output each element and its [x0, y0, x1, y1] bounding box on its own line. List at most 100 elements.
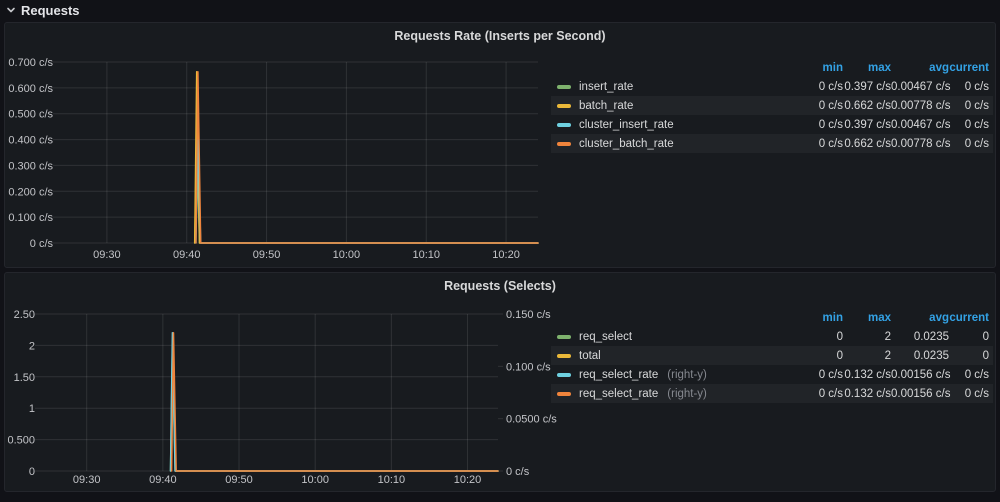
panel-requests-rate: 0.700 c/s0.600 c/s0.500 c/s0.400 c/s0.30…: [4, 22, 996, 268]
legend-label-cell: cluster_batch_rate: [557, 138, 787, 150]
chevron-down-icon: [6, 5, 16, 15]
legend-label-cell: cluster_insert_rate: [557, 119, 787, 131]
x-axis-tick-label: 09:50: [225, 474, 253, 486]
series-color-icon[interactable]: [557, 104, 571, 108]
legend-value-max: 0.397 c/s: [843, 119, 891, 131]
legend-table-requests-rate: minmaxavgcurrentinsert_rate0 c/s0.397 c/…: [551, 59, 993, 153]
legend-label-cell: req_select_rate(right-y): [557, 388, 787, 400]
y2-axis-tick-label: 0 c/s: [506, 466, 530, 478]
legend-value-avg: 0.0235: [891, 331, 949, 343]
legend-value-max: 0.397 c/s: [843, 81, 891, 93]
legend-value-max: 0.662 c/s: [843, 138, 891, 150]
y-axis-tick-label: 0.300 c/s: [8, 160, 53, 172]
legend-label-cell: batch_rate: [557, 100, 787, 112]
legend-series-label[interactable]: cluster_batch_rate: [579, 138, 674, 150]
legend-value-current: 0 c/s: [949, 81, 989, 93]
legend-label-cell: req_select: [557, 331, 787, 343]
legend-series-label[interactable]: total: [579, 350, 601, 362]
legend-sort-header-avg[interactable]: avg: [891, 312, 949, 324]
legend-series-label[interactable]: cluster_insert_rate: [579, 119, 674, 131]
legend-series-label[interactable]: insert_rate: [579, 81, 633, 93]
x-axis-tick-label: 09:30: [73, 474, 101, 486]
legend-row-total: total020.02350: [551, 346, 993, 365]
legend-sort-header-min[interactable]: min: [787, 312, 843, 324]
legend-row-req_select: req_select020.02350: [551, 327, 993, 346]
y-axis-tick-label: 2: [29, 340, 35, 352]
legend-value-avg: 0.00467 c/s: [891, 81, 949, 93]
x-axis-tick-label: 09:40: [173, 249, 201, 261]
y-axis-tick-label: 1.50: [14, 372, 35, 384]
legend-series-label[interactable]: req_select: [579, 331, 632, 343]
legend-row-req_select_rate: req_select_rate(right-y)0 c/s0.132 c/s0.…: [551, 365, 993, 384]
x-axis-tick-label: 09:50: [253, 249, 281, 261]
legend-label-cell: req_select_rate (right-y): [557, 369, 787, 381]
legend-value-avg: 0.00156 c/s: [891, 388, 949, 400]
x-axis-tick-label: 10:10: [412, 249, 440, 261]
legend-value-max: 0.132 c/s: [843, 388, 891, 400]
series-line-req_select_rate: [171, 333, 499, 471]
legend-row-insert_rate: insert_rate0 c/s0.397 c/s0.00467 c/s0 c/…: [551, 77, 993, 96]
legend-series-axis-suffix: (right-y): [667, 369, 707, 381]
y-axis-tick-label: 2.50: [14, 309, 35, 321]
legend-value-avg: 0.00778 c/s: [891, 138, 949, 150]
series-color-icon[interactable]: [557, 392, 571, 396]
legend-sort-header-min[interactable]: min: [787, 62, 843, 74]
legend-sort-header-current[interactable]: current: [949, 62, 989, 74]
legend-value-current: 0 c/s: [949, 119, 989, 131]
legend-sort-header-avg[interactable]: avg: [891, 62, 949, 74]
x-axis-tick-label: 09:30: [93, 249, 121, 261]
legend-value-current: 0 c/s: [949, 388, 989, 400]
y-axis-tick-label: 0.200 c/s: [8, 186, 53, 198]
legend-header-row: minmaxavgcurrent: [551, 309, 993, 327]
y2-axis-tick-label: 0.100 c/s: [506, 361, 551, 373]
row-title: Requests: [21, 3, 80, 18]
legend-sort-header-current[interactable]: current: [949, 312, 989, 324]
legend-value-max: 2: [843, 350, 891, 362]
legend-value-current: 0 c/s: [949, 100, 989, 112]
series-line-req_select_rate: [172, 333, 498, 471]
x-axis-tick-label: 10:10: [378, 474, 406, 486]
legend-value-max: 0.132 c/s: [843, 369, 891, 381]
series-color-icon[interactable]: [557, 335, 571, 339]
legend-header-row: minmaxavgcurrent: [551, 59, 993, 77]
series-color-icon[interactable]: [557, 373, 571, 377]
dashboard-row-header-requests[interactable]: Requests: [6, 1, 80, 19]
y2-axis-tick-label: 0.150 c/s: [506, 309, 551, 321]
legend-row-batch_rate: batch_rate0 c/s0.662 c/s0.00778 c/s0 c/s: [551, 96, 993, 115]
y-axis-tick-label: 0: [29, 466, 35, 478]
y-axis-tick-label: 0.500: [7, 435, 35, 447]
x-axis-tick-label: 10:20: [492, 249, 520, 261]
legend-value-avg: 0.00467 c/s: [891, 119, 949, 131]
y-axis-tick-label: 0.500 c/s: [8, 109, 53, 121]
x-axis-tick-label: 10:20: [454, 474, 482, 486]
requests-rate-time-series-chart[interactable]: 0.700 c/s0.600 c/s0.500 c/s0.400 c/s0.30…: [5, 23, 551, 269]
legend-row-req_select_rate: req_select_rate(right-y)0 c/s0.132 c/s0.…: [551, 384, 993, 403]
legend-value-current: 0: [949, 331, 989, 343]
series-color-icon[interactable]: [557, 142, 571, 146]
series-color-icon[interactable]: [557, 85, 571, 89]
panel-title-requests-selects[interactable]: Requests (Selects): [5, 279, 995, 293]
x-axis-tick-label: 09:40: [149, 474, 177, 486]
legend-value-avg: 0.0235: [891, 350, 949, 362]
legend-table-requests-selects: minmaxavgcurrentreq_select020.02350total…: [551, 309, 993, 403]
panel-requests-selects: 2.5021.5010.500009:3009:4009:5010:0010:1…: [4, 272, 996, 492]
legend-value-max: 2: [843, 331, 891, 343]
y-axis-tick-label: 0.700 c/s: [8, 57, 53, 69]
series-color-icon[interactable]: [557, 354, 571, 358]
legend-value-avg: 0.00156 c/s: [891, 369, 949, 381]
series-color-icon[interactable]: [557, 123, 571, 127]
legend-sort-header-max[interactable]: max: [843, 312, 891, 324]
legend-series-label[interactable]: req_select_rate: [579, 369, 658, 381]
y-axis-tick-label: 1: [29, 403, 35, 415]
legend-series-label[interactable]: batch_rate: [579, 100, 633, 112]
legend-value-current: 0 c/s: [949, 138, 989, 150]
legend-value-min: 0 c/s: [787, 388, 843, 400]
legend-value-max: 0.662 c/s: [843, 100, 891, 112]
y2-axis-tick-label: 0.0500 c/s: [506, 414, 557, 426]
legend-value-min: 0 c/s: [787, 100, 843, 112]
panel-title-requests-rate[interactable]: Requests Rate (Inserts per Second): [5, 29, 995, 43]
legend-value-min: 0 c/s: [787, 119, 843, 131]
legend-series-label[interactable]: req_select_rate: [579, 388, 658, 400]
legend-sort-header-max[interactable]: max: [843, 62, 891, 74]
requests-selects-time-series-chart[interactable]: 2.5021.5010.500009:3009:4009:5010:0010:1…: [5, 273, 563, 493]
